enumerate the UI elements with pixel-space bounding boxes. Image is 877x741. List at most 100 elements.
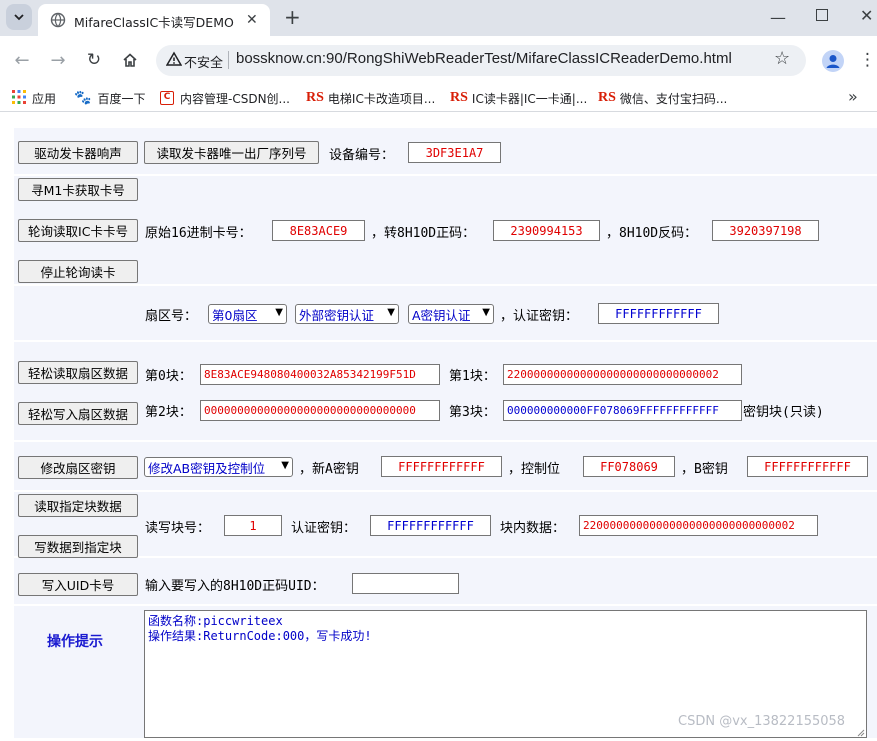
block1-field[interactable]: 22000000000000000000000000000002	[503, 364, 742, 385]
bookmark-label: 电梯IC卡改造项目...	[327, 91, 436, 106]
forward-code-label: ，转8H10D正码：	[371, 226, 476, 241]
hex-uid-label: 原始16进制卡号：	[145, 226, 252, 241]
log-line: 函数名称:piccwriteex	[148, 614, 283, 628]
reverse-code-field[interactable]: 3920397198	[712, 220, 819, 241]
change-mode-value: 修改AB密钥及控制位	[148, 460, 266, 476]
more-bookmarks-icon[interactable]: »	[848, 87, 858, 106]
chevron-down-icon: ▼	[281, 460, 289, 471]
sector-label: 扇区号：	[145, 309, 198, 324]
maximize-icon[interactable]	[816, 9, 828, 21]
bookmark-ic-reader[interactable]: RS IC读卡器|IC一卡通|...	[450, 88, 587, 108]
bookmark-label: IC读卡器|IC一卡通|...	[471, 91, 588, 106]
block-data-field[interactable]: 22000000000000000000000000000002	[579, 515, 818, 536]
control-bits-field[interactable]: FF078069	[583, 456, 675, 477]
key-type-select[interactable]: A密钥认证 ▼	[408, 304, 494, 324]
auth-mode-select[interactable]: 外部密钥认证 ▼	[295, 304, 399, 324]
poll-card-button[interactable]: 轮询读取IC卡卡号	[18, 219, 138, 242]
bookmark-apps[interactable]: 应用	[12, 88, 56, 108]
profile-avatar-icon[interactable]	[822, 50, 844, 72]
block-data-label: 块内数据：	[500, 521, 566, 536]
tab-close-icon[interactable]: ✕	[246, 12, 258, 28]
baidu-paw-icon: 🐾	[74, 90, 92, 106]
bookmark-csdn[interactable]: C 内容管理-CSDN创...	[160, 88, 290, 108]
b-key-field[interactable]: FFFFFFFFFFFF	[747, 456, 868, 477]
chevron-down-icon: ▼	[275, 307, 283, 318]
bookmark-wechat-pay[interactable]: RS 微信、支付宝扫码...	[598, 88, 727, 108]
beep-button[interactable]: 驱动发卡器响声	[18, 141, 138, 164]
rs-logo-icon: RS	[450, 90, 468, 105]
block-number-label: 读写块号：	[145, 521, 211, 536]
find-card-button[interactable]: 寻M1卡获取卡号	[18, 178, 138, 201]
url-text[interactable]: bossknow.cn:90/RongShiWebReaderTest/Mifa…	[236, 50, 732, 67]
menu-kebab-icon[interactable]: ⋮	[859, 50, 876, 70]
watermark: CSDN @vx_13822155058	[678, 714, 846, 729]
globe-icon	[50, 12, 66, 32]
chevron-down-icon: ▼	[387, 307, 395, 318]
sector-select-value: 第0扇区	[212, 307, 258, 323]
tab-search-icon[interactable]	[6, 4, 32, 30]
change-mode-select[interactable]: 修改AB密钥及控制位 ▼	[144, 457, 293, 477]
block0-field[interactable]: 8E83ACE948080400032A85342199F51D	[200, 364, 440, 385]
block0-label: 第0块：	[145, 369, 192, 384]
auth-key-label: ，认证密钥：	[500, 309, 579, 324]
csdn-icon: C	[160, 91, 174, 105]
sector-select[interactable]: 第0扇区 ▼	[208, 304, 287, 324]
bookmark-baidu[interactable]: 🐾 百度一下	[74, 88, 145, 108]
resize-grip-icon[interactable]	[857, 726, 865, 737]
key-type-value: A密钥认证	[412, 307, 471, 323]
rs-logo-icon: RS	[306, 90, 324, 105]
reload-icon[interactable]: ↻	[80, 46, 108, 74]
log-line: 操作结果:ReturnCode:000，写卡成功!	[148, 629, 372, 643]
forward-icon[interactable]: →	[44, 46, 72, 74]
uid-input-field[interactable]	[352, 573, 459, 594]
tab-title: MifareClassIC卡读写DEMO	[74, 15, 234, 30]
auth-mode-value: 外部密钥认证	[299, 307, 375, 323]
key-block-note: 密钥块(只读)	[743, 405, 824, 420]
block-number-field[interactable]: 1	[224, 515, 282, 536]
rw-auth-key-label: 认证密钥：	[291, 521, 357, 536]
forward-code-field[interactable]: 2390994153	[493, 220, 600, 241]
block3-field[interactable]: 000000000000FF078069FFFFFFFFFFFF	[503, 400, 742, 421]
block3-label: 第3块：	[449, 405, 496, 420]
reverse-code-label: ，8H10D反码：	[606, 226, 698, 241]
hint-title: 操作提示	[47, 634, 103, 650]
write-uid-button[interactable]: 写入UID卡号	[18, 573, 138, 596]
device-id-field[interactable]: 3DF3E1A7	[408, 142, 501, 163]
rs-logo-icon: RS	[598, 90, 616, 105]
home-icon[interactable]	[116, 46, 144, 74]
security-label[interactable]: 不安全	[184, 52, 223, 71]
block2-field[interactable]: 00000000000000000000000000000000	[200, 400, 440, 421]
block2-label: 第2块：	[145, 405, 192, 420]
read-sector-button[interactable]: 轻松读取扇区数据	[18, 361, 138, 384]
close-window-icon[interactable]: ✕	[860, 6, 873, 25]
b-key-label: ，B密钥	[681, 462, 728, 477]
back-icon[interactable]: ←	[8, 46, 36, 74]
uid-input-label: 输入要写入的8H10D正码UID：	[145, 579, 325, 594]
new-tab-icon[interactable]: +	[284, 5, 301, 29]
warning-icon	[165, 51, 183, 71]
address-bar[interactable]: 不安全 bossknow.cn:90/RongShiWebReaderTest/…	[156, 45, 806, 76]
bookmark-label: 微信、支付宝扫码...	[619, 91, 728, 106]
new-a-key-label: ，新A密钥	[299, 462, 359, 477]
active-tab[interactable]: MifareClassIC卡读写DEMO ✕	[38, 4, 270, 36]
rw-auth-key-field[interactable]: FFFFFFFFFFFF	[370, 515, 491, 536]
chevron-down-icon: ▼	[482, 307, 490, 318]
change-key-button[interactable]: 修改扇区密钥	[18, 456, 138, 479]
bookmark-label: 应用	[32, 91, 57, 106]
device-id-label: 设备编号：	[329, 148, 395, 163]
minimize-icon[interactable]: —	[770, 8, 786, 27]
read-serial-button[interactable]: 读取发卡器唯一出厂序列号	[144, 141, 319, 164]
write-sector-button[interactable]: 轻松写入扇区数据	[18, 402, 138, 425]
write-block-button[interactable]: 写数据到指定块	[18, 535, 138, 558]
hex-uid-field[interactable]: 8E83ACE9	[272, 220, 365, 241]
bookmark-elevator[interactable]: RS 电梯IC卡改造项目...	[306, 88, 435, 108]
omnibox-divider	[228, 51, 229, 69]
bookmark-label: 百度一下	[97, 91, 146, 106]
new-a-key-field[interactable]: FFFFFFFFFFFF	[381, 456, 502, 477]
read-block-button[interactable]: 读取指定块数据	[18, 494, 138, 517]
control-bits-label: ，控制位	[508, 462, 561, 477]
stop-poll-button[interactable]: 停止轮询读卡	[18, 260, 138, 283]
auth-key-field[interactable]: FFFFFFFFFFFF	[598, 303, 719, 324]
bookmark-star-icon[interactable]: ☆	[774, 48, 790, 69]
row-bg	[14, 342, 877, 440]
